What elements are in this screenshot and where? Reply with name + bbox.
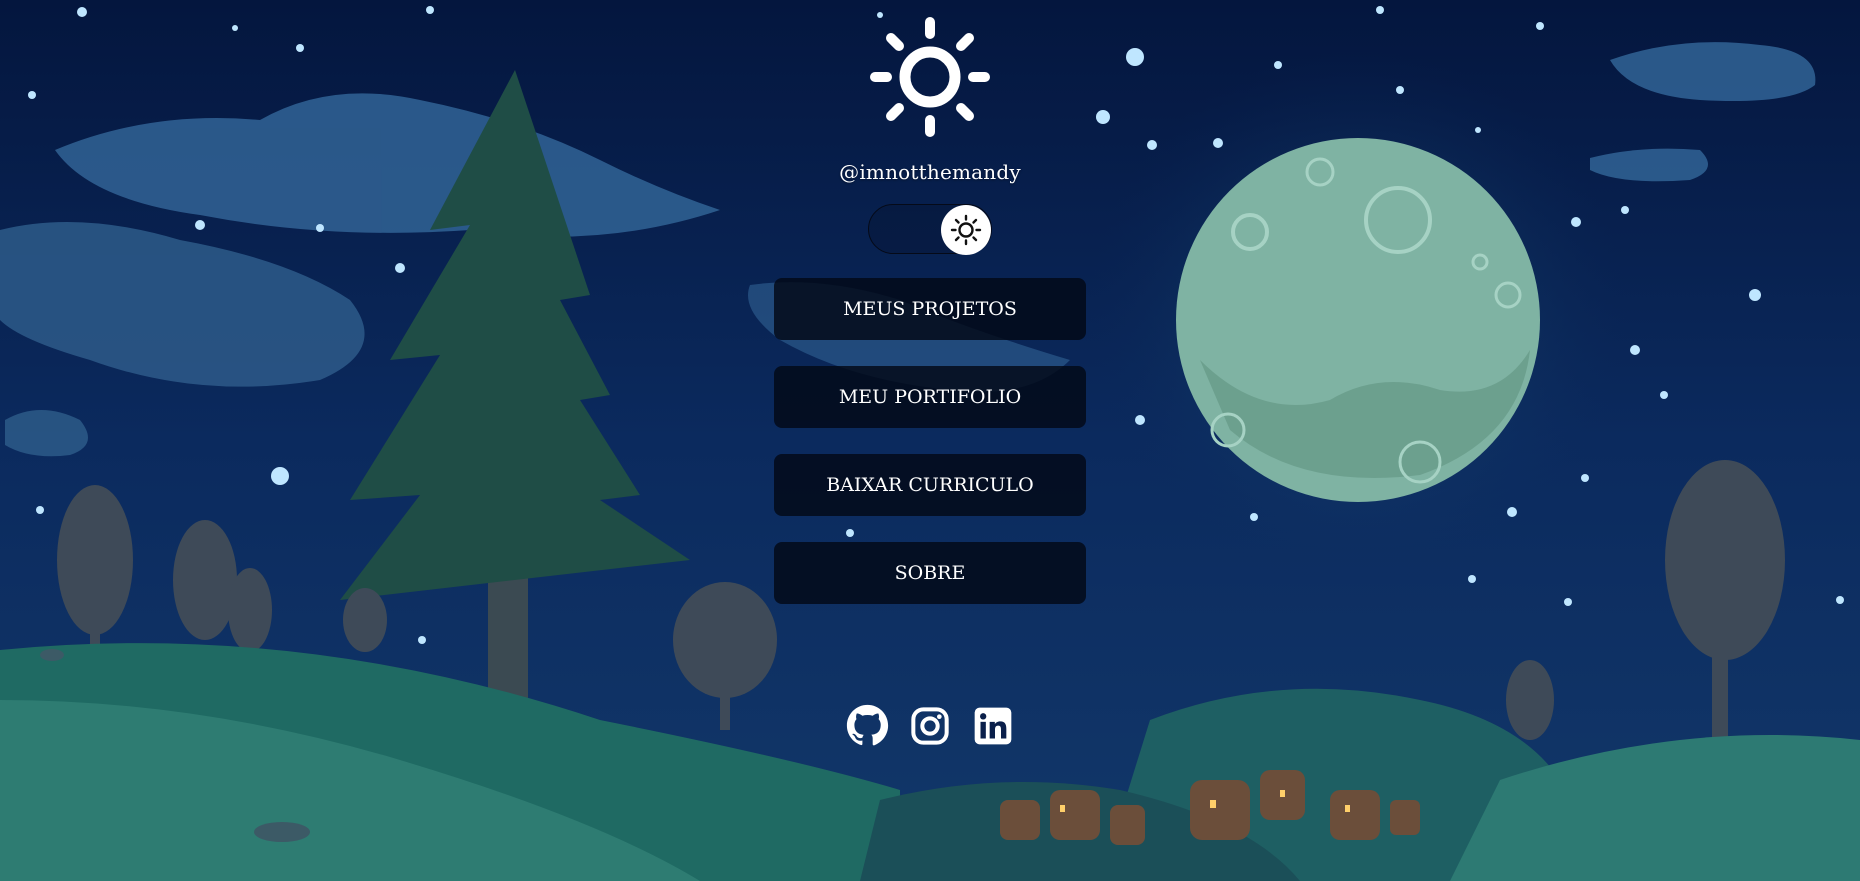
instagram-link[interactable] [909,704,952,747]
linkedin-icon [974,707,1012,744]
main-menu: MEUS PROJETOS MEU PORTIFOLIO BAIXAR CURR… [774,278,1086,604]
sun-icon [950,214,982,246]
baixar-curriculo-button[interactable]: BAIXAR CURRICULO [774,454,1086,516]
toggle-knob[interactable] [941,205,991,255]
linkedin-link[interactable] [972,704,1015,747]
github-icon [846,704,888,746]
instagram-icon [911,706,949,745]
profile-handle: @imnotthemandy [839,160,1021,184]
sobre-button[interactable]: SOBRE [774,542,1086,604]
github-link[interactable] [846,704,889,747]
profile-card: @imnotthemandy MEUS PROJETOS MEU PORTIFO… [0,0,1860,881]
social-links [846,704,1015,747]
meus-projetos-button[interactable]: MEUS PROJETOS [774,278,1086,340]
meu-portifolio-button[interactable]: MEU PORTIFOLIO [774,366,1086,428]
sun-icon [870,17,990,137]
theme-toggle[interactable] [868,204,992,255]
